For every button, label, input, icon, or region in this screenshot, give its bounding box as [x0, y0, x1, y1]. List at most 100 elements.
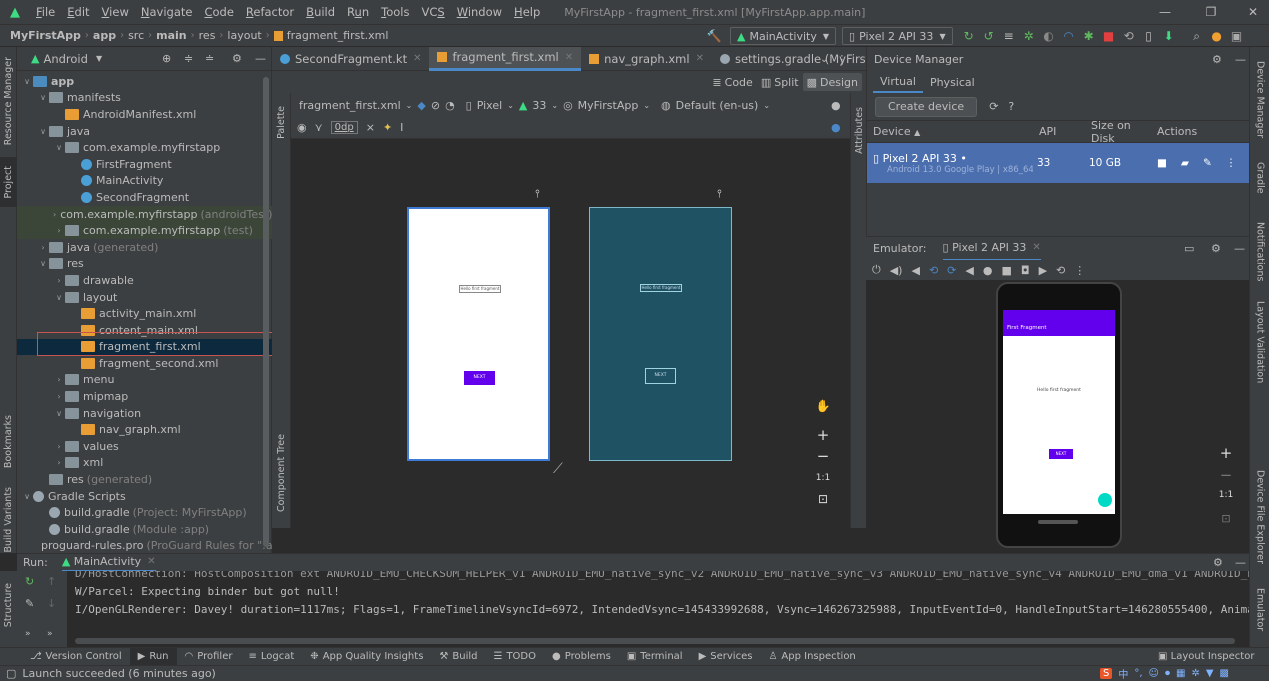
hello-textview-blueprint[interactable]: Hello first fragment [640, 284, 682, 292]
next-button-blueprint[interactable]: NEXT [645, 368, 676, 384]
tree-item[interactable]: nav_graph.xml [17, 421, 272, 438]
expand-icon[interactable]: » [47, 629, 53, 639]
snapshot-icon[interactable]: ⟲ [1056, 264, 1065, 277]
keyboard-icon[interactable]: ▦ [1176, 668, 1185, 679]
emulator-fab[interactable] [1098, 493, 1112, 507]
project-tab[interactable]: Project [0, 157, 17, 207]
tool-version-control[interactable]: ⎇ Version Control [22, 648, 130, 666]
restore-icon[interactable]: ❐ [1196, 0, 1226, 24]
night-mode-icon[interactable]: ⊘ [431, 99, 440, 112]
close-tab-icon[interactable]: ✕ [147, 556, 155, 567]
tree-item[interactable]: › values [17, 438, 272, 455]
default-margin-selector[interactable]: 0dp [330, 121, 358, 134]
scroll-down-icon[interactable]: ↓ [47, 597, 56, 610]
skin-icon[interactable]: ✲ [1191, 668, 1199, 679]
tool-terminal[interactable]: ▣ Terminal [619, 648, 691, 666]
tree-item[interactable]: › com.example.myfirstapp (test) [17, 222, 272, 239]
split-mode-button[interactable]: ▥ Split [757, 73, 803, 91]
column-size[interactable]: Size on Disk [1085, 119, 1151, 145]
stop-icon[interactable]: ■ [1099, 29, 1119, 43]
tree-item[interactable]: proguard-rules.pro (ProGuard Rules for ":… [17, 538, 273, 555]
expand-all-icon[interactable]: ≐ [205, 52, 214, 65]
volume-up-icon[interactable]: ◀) [890, 264, 903, 277]
design-canvas[interactable]: ⫯ ⫯ Hello first fragment NEXT Hello firs… [291, 139, 850, 528]
breadcrumb-item[interactable]: main [152, 29, 191, 42]
more-icon[interactable]: ⋮ [836, 53, 847, 66]
edit-icon[interactable]: ✎ [1203, 157, 1212, 169]
tree-item[interactable]: SecondFragment [17, 189, 272, 206]
column-api[interactable]: API [1033, 125, 1085, 138]
hammer-icon[interactable]: 🔨 [704, 29, 724, 43]
chevron-down-icon[interactable]: ▼ [96, 54, 102, 63]
structure-tab[interactable]: Structure [0, 575, 17, 635]
screenshot-icon[interactable]: ◘ [1021, 264, 1030, 277]
record-icon[interactable]: ▶ [1039, 264, 1047, 277]
tree-item[interactable]: build.gradle (Project: MyFirstApp) [17, 504, 272, 521]
design-mode-button[interactable]: ▩ Design [802, 73, 862, 91]
tree-item[interactable]: AndroidManifest.xml [17, 106, 272, 123]
tree-item[interactable]: fragment_second.xml [17, 355, 272, 372]
device-manager-tab[interactable]: Device Manager [1250, 55, 1269, 145]
clear-constraints-icon[interactable]: ⨯ [366, 121, 375, 134]
tool-logcat[interactable]: ≡ Logcat [240, 648, 302, 666]
menu-build[interactable]: Build [300, 5, 341, 19]
pan-icon[interactable]: ✋ [813, 396, 833, 416]
info-icon[interactable]: ● [831, 121, 841, 134]
ime-language[interactable]: 中 [1118, 666, 1128, 681]
device-row[interactable]: ▯ Pixel 2 API 33 • Android 13.0 Google P… [867, 143, 1249, 183]
zoom-to-fit-icon[interactable]: ⊡ [813, 489, 833, 509]
zoom-out-icon[interactable]: − [813, 446, 833, 466]
menu-run[interactable]: Run [341, 5, 375, 19]
tree-item[interactable]: › mipmap [17, 388, 272, 405]
close-tab-icon[interactable]: ✕ [565, 52, 573, 63]
attributes-tab[interactable]: Attributes [851, 95, 867, 165]
pin-icon[interactable]: ⫯ [717, 187, 722, 201]
chevron-down-icon[interactable]: ⌄ [820, 54, 828, 65]
refresh-icon[interactable]: ⟳ [989, 100, 998, 113]
overview-icon[interactable]: ■ [1001, 264, 1011, 277]
chevron-right-icon[interactable]: › [53, 276, 65, 285]
close-tab-icon[interactable]: ✕ [413, 53, 421, 64]
chevron-down-icon[interactable]: ∨ [21, 492, 33, 501]
scrollbar-thumb[interactable] [263, 77, 269, 547]
microphone-icon[interactable]: ⏺ [1165, 668, 1170, 679]
menu-navigate[interactable]: Navigate [135, 5, 199, 19]
account-icon[interactable]: ▣ [1227, 29, 1247, 43]
tree-item[interactable]: content_main.xml [17, 322, 272, 339]
tool-app-inspection[interactable]: ♙ App Inspection [760, 648, 863, 666]
expand-icon[interactable]: » [25, 629, 31, 639]
column-actions[interactable]: Actions [1151, 125, 1241, 138]
chevron-right-icon[interactable]: › [53, 442, 65, 451]
project-view-selector[interactable]: Android [43, 52, 87, 66]
device-type-selector[interactable]: Pixel [477, 99, 502, 112]
hide-panel-icon[interactable]: — [1235, 556, 1246, 569]
apply-code-changes-icon[interactable]: ↺ [979, 29, 999, 43]
update-icon[interactable]: ● [1207, 29, 1227, 43]
tool-profiler[interactable]: ◠ Profiler [177, 648, 241, 666]
tree-item[interactable]: FirstFragment [17, 156, 272, 173]
breadcrumb-item[interactable]: src [124, 29, 148, 42]
menu-code[interactable]: Code [198, 5, 239, 19]
infer-constraints-icon[interactable]: ✦ [383, 121, 392, 134]
run-config-tab[interactable]: ▲ MainActivity ✕ [61, 554, 156, 572]
hello-textview[interactable]: Hello first fragment [459, 285, 501, 293]
more-icon[interactable]: ⋮ [1074, 264, 1085, 277]
tree-item[interactable]: › com.example.myfirstapp (androidTest) [17, 205, 272, 223]
column-device[interactable]: Device ▲ [867, 125, 1033, 138]
emoji-icon[interactable]: ☺ [1149, 668, 1159, 679]
chevron-down-icon[interactable]: ∨ [21, 77, 33, 86]
emulator-zoom-out-icon[interactable]: − [1216, 466, 1236, 486]
tree-item[interactable]: activity_main.xml [17, 305, 272, 322]
tool-services[interactable]: ▶ Services [691, 648, 761, 666]
menu-refactor[interactable]: Refactor [240, 5, 300, 19]
code-mode-button[interactable]: ≣ Code [708, 73, 756, 91]
orientation-icon[interactable]: ◔ [445, 99, 455, 112]
next-button[interactable]: NEXT [464, 371, 495, 385]
tree-item[interactable]: ∨ com.example.myfirstapp [17, 139, 272, 156]
view-options-icon[interactable]: ◉ [297, 121, 307, 134]
hide-panel-icon[interactable]: — [255, 52, 266, 65]
emulator-zoom-in-icon[interactable]: + [1216, 444, 1236, 464]
grid-icon[interactable]: ▩ [1220, 668, 1229, 679]
list-icon[interactable]: ≡ [999, 29, 1019, 43]
attach-debugger-icon[interactable]: ✱ [1079, 29, 1099, 43]
